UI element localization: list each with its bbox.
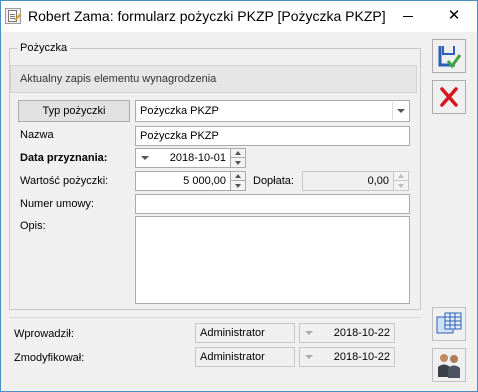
users-button[interactable]	[432, 348, 466, 382]
table-icon	[436, 312, 462, 334]
entered-date-field: 2018-10-22	[299, 323, 395, 343]
surcharge-field: 0,00	[302, 171, 394, 191]
loan-type-value: Pożyczka PKZP	[140, 105, 219, 117]
minimize-button[interactable]	[385, 1, 431, 31]
grant-date-label: Data przyznania:	[20, 152, 108, 164]
grant-date-value: 2018-10-01	[169, 152, 226, 164]
cancel-icon	[440, 87, 458, 107]
spin-down-icon	[394, 181, 408, 190]
spin-down-icon[interactable]	[231, 181, 245, 190]
surcharge-value: 0,00	[367, 175, 389, 187]
cancel-button[interactable]	[432, 80, 466, 114]
footer-divider	[9, 317, 421, 318]
loan-type-select[interactable]: Pożyczka PKZP	[135, 100, 410, 122]
people-icon	[438, 354, 460, 378]
name-label: Nazwa	[20, 129, 54, 141]
spin-down-icon[interactable]	[231, 158, 245, 167]
loan-amount-value: 5 000,00	[183, 175, 226, 187]
loan-amount-field[interactable]: 5 000,00	[135, 171, 231, 191]
loan-type-button[interactable]: Typ pożyczki	[18, 100, 130, 122]
grant-date-field[interactable]: 2018-10-01	[135, 148, 231, 168]
contract-number-field[interactable]	[135, 194, 410, 214]
loan-amount-spinner[interactable]	[230, 171, 246, 191]
contract-number-label: Numer umowy:	[20, 198, 94, 210]
modified-by-user-value: Administrator	[200, 351, 265, 363]
chevron-down-icon	[301, 348, 317, 366]
chevron-down-icon[interactable]	[392, 102, 408, 120]
window-title: Robert Zama: formularz pożyczki PKZP [Po…	[28, 8, 386, 24]
spin-up-icon[interactable]	[231, 172, 245, 181]
save-icon	[438, 46, 462, 69]
description-label: Opis:	[20, 220, 46, 232]
date-dropdown-icon[interactable]	[137, 149, 153, 167]
loan-amount-label: Wartość pożyczki:	[20, 175, 109, 187]
modified-by-user: Administrator	[195, 347, 295, 367]
modified-date-value: 2018-10-22	[333, 351, 390, 363]
modified-by-label: Zmodyfikował:	[14, 352, 85, 364]
surcharge-spinner	[393, 171, 409, 191]
form-icon	[5, 8, 22, 24]
grant-date-spinner[interactable]	[230, 148, 246, 168]
loan-form-window: Robert Zama: formularz pożyczki PKZP [Po…	[0, 0, 478, 392]
minimize-icon	[403, 16, 413, 17]
close-button[interactable]: ✕	[431, 1, 477, 31]
entered-by-label: Wprowadził:	[14, 328, 74, 340]
loan-group-legend: Pożyczka	[17, 42, 71, 54]
entered-date-value: 2018-10-22	[333, 327, 390, 339]
surcharge-label: Dopłata:	[253, 175, 294, 187]
spin-up-icon[interactable]	[231, 149, 245, 158]
spin-up-icon	[394, 172, 408, 181]
info-text: Aktualny zapis elementu wynagrodzenia	[20, 73, 217, 85]
entered-by-user-value: Administrator	[200, 327, 265, 339]
table-view-button[interactable]	[432, 307, 466, 341]
title-bar: Robert Zama: formularz pożyczki PKZP [Po…	[1, 1, 477, 32]
chevron-down-icon	[301, 324, 317, 342]
name-field[interactable]: Pożyczka PKZP	[135, 126, 410, 146]
description-textarea[interactable]	[135, 216, 410, 304]
name-value: Pożyczka PKZP	[140, 130, 219, 142]
entered-by-user: Administrator	[195, 323, 295, 343]
save-button[interactable]	[432, 39, 466, 73]
modified-date-field: 2018-10-22	[299, 347, 395, 367]
